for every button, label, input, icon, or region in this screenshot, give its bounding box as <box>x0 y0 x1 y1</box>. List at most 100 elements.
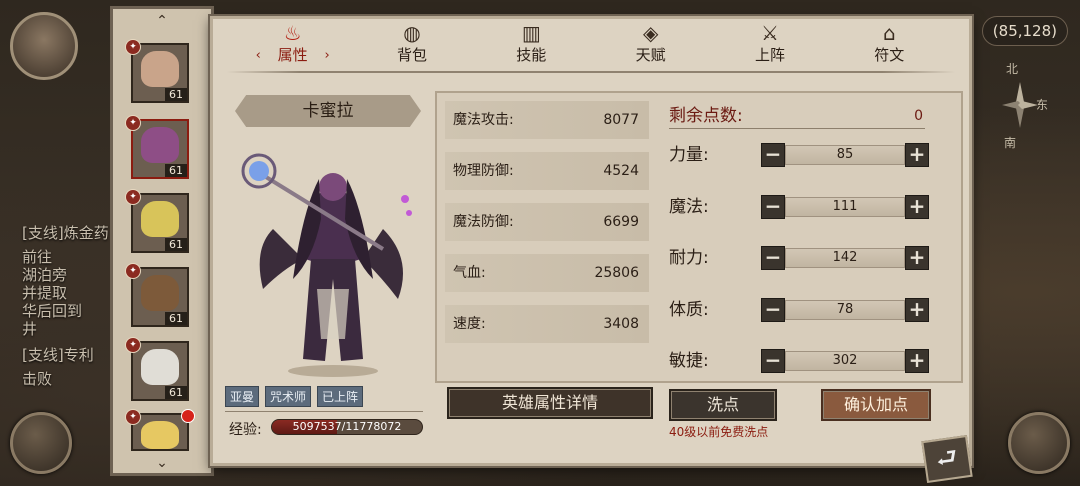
class-badge-icon: ✦ <box>125 115 141 131</box>
flame-icon: ♨ <box>283 21 302 45</box>
hero-portrait-selected[interactable]: ✦ 61 <box>125 115 189 179</box>
player-avatar[interactable] <box>10 12 78 80</box>
compass-south: 南 <box>1004 136 1017 150</box>
hero-portrait[interactable]: ✦ 61 <box>125 337 189 401</box>
stat-list: 魔法攻击: 8077 物理防御: 4524 魔法防御: 6699 气血: 258… <box>445 101 649 356</box>
alloc-label: 力量: <box>669 145 709 165</box>
decrease-button[interactable]: − <box>761 349 785 373</box>
increase-button[interactable]: + <box>905 246 929 270</box>
hero-figure-art <box>241 153 412 377</box>
decrease-button[interactable]: − <box>761 143 785 167</box>
crossed-swords-icon: ⚔ <box>761 21 779 45</box>
stat-label: 魔法攻击: <box>453 112 514 128</box>
quest-line: [支线]专利 <box>22 346 94 364</box>
decrease-button[interactable]: − <box>761 246 785 270</box>
tab-attributes[interactable]: ♨ 属性 <box>248 22 338 65</box>
tab-bag[interactable]: ◍ 背包 <box>367 22 457 65</box>
increase-button[interactable]: + <box>905 143 929 167</box>
stats-frame: 魔法攻击: 8077 物理防御: 4524 魔法防御: 6699 气血: 258… <box>435 91 963 383</box>
class-badge-icon: ✦ <box>125 263 141 279</box>
hero-tags: 亚曼 咒术师 已上阵 <box>225 386 364 407</box>
tab-divider <box>227 71 955 73</box>
notification-dot <box>181 409 195 423</box>
tag-race: 亚曼 <box>225 386 260 407</box>
bag-icon: ◍ <box>403 21 421 45</box>
alloc-endurance: 耐力: − 142 + <box>669 244 969 272</box>
stat-label: 魔法防御: <box>453 214 514 230</box>
rune-icon: ⌂ <box>882 21 896 45</box>
stat-value: 8077 <box>603 112 639 128</box>
hero-portrait[interactable]: ✦ 61 <box>125 39 189 103</box>
hero-level: 61 <box>165 386 187 399</box>
tab-bar: ♨ 属性 ◍ 背包 ▥ 技能 ◈ 天赋 ⚔ 上阵 ⌂ 符文 <box>213 19 969 71</box>
stat-label: 气血: <box>453 265 486 281</box>
alloc-value: 111 <box>785 196 905 217</box>
tab-talents[interactable]: ◈ 天赋 <box>606 22 696 65</box>
alloc-label: 耐力: <box>669 248 709 268</box>
book-icon: ▥ <box>521 21 541 45</box>
increase-button[interactable]: + <box>905 349 929 373</box>
decrease-button[interactable]: − <box>761 297 785 322</box>
alloc-constitution: 体质: − 78 + <box>669 296 969 324</box>
hero-attribute-details-button[interactable]: 英雄属性详情 <box>447 387 653 419</box>
quest-line: 井 <box>22 320 38 338</box>
stat-value: 6699 <box>603 214 639 230</box>
compass-icon: 北 东 南 <box>1000 60 1048 150</box>
stat-label: 速度: <box>453 316 486 332</box>
back-arrow-icon[interactable]: ⮐ <box>921 435 973 483</box>
hero-name: 卡蜜拉 <box>235 95 421 127</box>
hero-level: 61 <box>165 164 187 177</box>
stat-value: 4524 <box>603 163 639 179</box>
hero-face <box>141 349 179 385</box>
remaining-points-value: 0 <box>914 108 923 124</box>
exp-label: 经验: <box>229 422 262 438</box>
coordinates-readout: (85,128) <box>981 16 1068 46</box>
class-badge-icon: ✦ <box>125 39 141 55</box>
tab-runes[interactable]: ⌂ 符文 <box>844 22 934 65</box>
compass-north: 北 <box>1006 62 1019 76</box>
quest-line: 击败 <box>22 370 53 388</box>
exp-bar: 5097537/11778072 <box>271 419 423 435</box>
tab-skills[interactable]: ▥ 技能 <box>486 22 576 65</box>
confirm-points-button[interactable]: 确认加点 <box>821 389 931 421</box>
tab-label: 天赋 <box>635 46 666 64</box>
stat-value: 3408 <box>603 316 639 332</box>
stat-magic-defense: 魔法防御: 6699 <box>445 203 649 241</box>
home-button[interactable] <box>1008 412 1070 474</box>
class-badge-icon: ✦ <box>125 189 141 205</box>
class-badge-icon: ✦ <box>125 409 141 425</box>
tab-deploy[interactable]: ⚔ 上阵 <box>725 22 815 65</box>
stat-label: 物理防御: <box>453 163 514 179</box>
hero-level: 61 <box>165 312 187 325</box>
hero-portrait[interactable]: ✦ 61 <box>125 263 189 327</box>
tab-label: 上阵 <box>754 46 785 64</box>
alloc-label: 魔法: <box>669 196 709 217</box>
scroll-up-icon[interactable]: ⌃ <box>113 13 211 29</box>
hero-face <box>141 51 179 87</box>
increase-button[interactable]: + <box>905 297 929 322</box>
hero-level: 61 <box>165 88 187 101</box>
alloc-value: 142 <box>785 248 905 268</box>
alloc-agility: 敏捷: − 302 + <box>669 347 969 375</box>
tab-label: 属性 <box>277 46 308 64</box>
remaining-points-label: 剩余点数: <box>669 106 743 126</box>
increase-button[interactable]: + <box>905 194 929 219</box>
hero-portrait[interactable]: ✦ 61 <box>125 189 189 253</box>
hero-portrait[interactable]: ✦ <box>125 409 195 451</box>
hero-list[interactable]: ⌃ ✦ 61 ✦ 61 ✦ 61 ✦ 61 ✦ 61 ✦ ⌄ <box>110 6 214 476</box>
map-button[interactable] <box>10 412 72 474</box>
tag-class: 咒术师 <box>265 386 312 407</box>
alloc-label: 敏捷: <box>669 351 709 371</box>
decrease-button[interactable]: − <box>761 194 785 219</box>
hero-face <box>141 127 179 163</box>
hero-attribute-panel: ♨ 属性 ◍ 背包 ▥ 技能 ◈ 天赋 ⚔ 上阵 ⌂ 符文 卡蜜拉 <box>210 16 972 466</box>
compass-rose-icon <box>1002 82 1038 128</box>
alloc-strength: 力量: − 85 + <box>669 141 969 169</box>
scroll-down-icon[interactable]: ⌄ <box>113 455 211 471</box>
alloc-value: 85 <box>785 145 905 165</box>
stat-magic-attack: 魔法攻击: 8077 <box>445 101 649 139</box>
reset-points-button[interactable]: 洗点 <box>669 389 777 421</box>
eye-icon: ◈ <box>642 21 659 45</box>
stat-physical-defense: 物理防御: 4524 <box>445 152 649 190</box>
tab-label: 技能 <box>516 46 547 64</box>
